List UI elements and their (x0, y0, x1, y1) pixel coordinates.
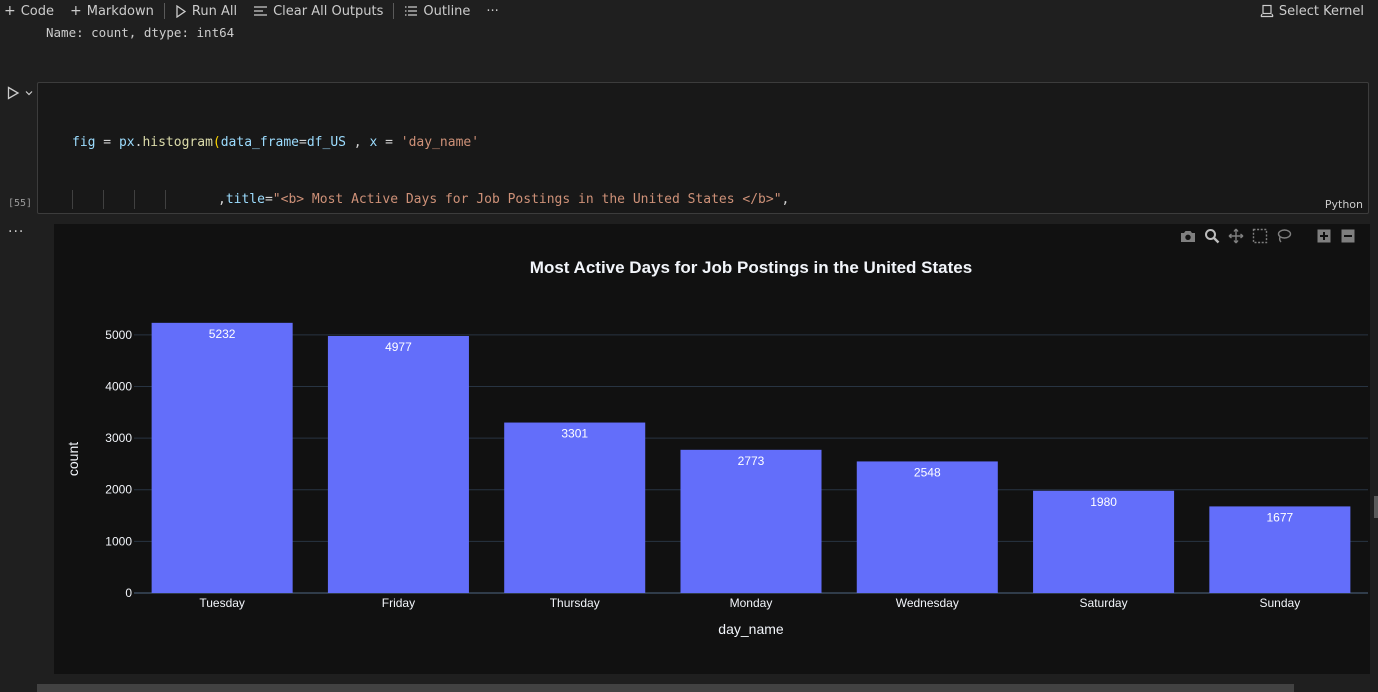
x-tick-label: Friday (382, 596, 415, 610)
clear-all-outputs-label: Clear All Outputs (273, 3, 384, 19)
x-tick-label: Thursday (550, 596, 600, 610)
previous-cell-output: Name: count, dtype: int64 (46, 25, 235, 40)
output-more-button[interactable]: ··· (8, 224, 24, 240)
y-tick-label: 1000 (105, 534, 132, 548)
bar[interactable] (504, 422, 646, 593)
code-cell-editor[interactable]: fig = px.histogram(data_frame=df_US , x … (37, 82, 1369, 378)
bar[interactable] (327, 336, 469, 593)
code-line: fig = px.histogram(data_frame=df_US , x … (72, 135, 480, 150)
kernel-icon (1260, 4, 1274, 18)
outline-icon (405, 6, 418, 16)
code-line: ,title="<b> Most Active Days for Job Pos… (72, 190, 789, 209)
bars: 5232 4977 3301 2773 2548 1980 1677 (151, 322, 1351, 593)
plotly-chart: Most Active Days for Job Postings in the… (54, 224, 1370, 674)
more-actions-button[interactable]: ··· (478, 0, 506, 22)
bar[interactable] (151, 322, 293, 593)
y-tick-label: 4000 (105, 379, 132, 393)
vertical-scrollbar-thumb[interactable] (1374, 496, 1378, 518)
bar-value-label: 1980 (1090, 495, 1117, 509)
select-kernel-button[interactable]: Select Kernel (1252, 0, 1372, 22)
plus-icon: + (4, 3, 16, 19)
y-tick-label: 0 (125, 586, 132, 600)
bar-value-label: 2773 (738, 454, 765, 468)
play-icon (176, 4, 187, 18)
clear-outputs-icon (254, 6, 268, 16)
x-tick-label: Tuesday (199, 596, 245, 610)
outline-label: Outline (423, 3, 471, 19)
bar[interactable] (680, 449, 822, 593)
x-tick-label: Saturday (1080, 596, 1128, 610)
x-axis-title: day_name (718, 621, 784, 637)
run-cell-icon[interactable] (6, 86, 20, 100)
y-tick-label: 3000 (105, 431, 132, 445)
x-tick-label: Wednesday (896, 596, 959, 610)
bar-value-label: 5232 (209, 327, 236, 341)
x-tick-labels: Tuesday Friday Thursday Monday Wednesday Satu… (199, 596, 1300, 610)
bar-value-label: 3301 (561, 427, 588, 441)
clear-all-outputs-button[interactable]: Clear All Outputs (245, 0, 391, 22)
add-code-button[interactable]: + Code (0, 0, 62, 22)
x-tick-label: Sunday (1260, 596, 1301, 610)
bar[interactable] (856, 461, 998, 593)
add-markdown-label: Markdown (86, 3, 154, 19)
bar-value-label: 4977 (385, 340, 412, 354)
plus-icon: + (70, 3, 82, 19)
add-markdown-button[interactable]: + Markdown (62, 0, 162, 22)
chart-title: Most Active Days for Job Postings in the… (530, 258, 972, 277)
x-tick-label: Monday (730, 596, 773, 610)
notebook-toolbar: + Code + Markdown Run All Clear All Outp… (0, 0, 1378, 22)
select-kernel-label: Select Kernel (1278, 3, 1364, 19)
cell-run-controls (6, 86, 34, 100)
toolbar-divider (393, 3, 395, 19)
bar-value-label: 1677 (1267, 510, 1294, 524)
y-tick-labels: 0 1000 2000 3000 4000 5000 (105, 328, 132, 600)
bar-chart: Most Active Days for Job Postings in the… (65, 258, 1368, 637)
run-all-label: Run All (191, 3, 238, 19)
chevron-down-icon[interactable] (24, 88, 34, 98)
more-actions-label: ··· (486, 3, 499, 19)
run-all-button[interactable]: Run All (167, 0, 245, 22)
toolbar-divider (163, 3, 165, 19)
cell-language-label[interactable]: Python (1325, 198, 1363, 211)
execution-count: [55] (8, 198, 33, 209)
horizontal-scrollbar[interactable] (37, 684, 1294, 692)
y-tick-label: 5000 (105, 328, 132, 342)
bar-value-label: 2548 (914, 465, 941, 479)
y-axis-title: count (65, 442, 81, 476)
y-tick-label: 2000 (105, 483, 132, 497)
add-code-label: Code (20, 3, 55, 19)
outline-button[interactable]: Outline (396, 0, 478, 22)
